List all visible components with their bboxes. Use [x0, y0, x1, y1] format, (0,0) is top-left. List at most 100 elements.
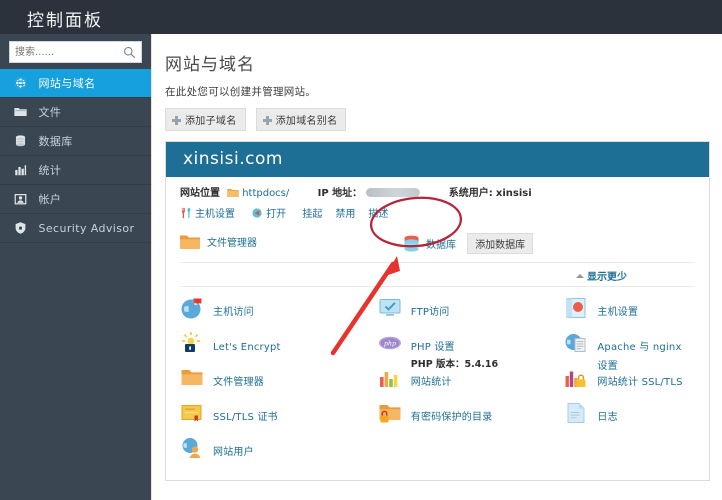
open-link[interactable]: 打开: [251, 208, 289, 220]
app-title: 控制面板: [27, 11, 103, 31]
top-bar: 控制面板: [0, 0, 722, 34]
host-access-link[interactable]: 主机访问: [213, 307, 254, 318]
tool-password-protected-dirs[interactable]: 有密码保护的目录: [378, 401, 565, 425]
ip-address-redacted: [366, 188, 421, 197]
tool-web-statistics[interactable]: 网站统计: [378, 366, 565, 390]
file-manager-link[interactable]: 文件管理器: [207, 238, 257, 249]
site-location-label: 网站位置: [180, 188, 220, 199]
add-domain-alias-button[interactable]: 添加域名别名: [255, 108, 347, 131]
domain-info-line: 网站位置 httpdocs/ IP 地址： 系统用户: xinsisi: [180, 184, 695, 199]
globe-user-icon: [182, 438, 201, 458]
sidebar-item-security-advisor[interactable]: Security Advisor: [0, 214, 151, 243]
domain-card-body: 网站位置 httpdocs/ IP 地址： 系统用户: xinsisi 主机设置…: [166, 177, 709, 480]
show-less-row: 显示更少: [180, 263, 695, 287]
tool-web-users[interactable]: 网站用户: [180, 436, 378, 460]
account-icon: [14, 194, 27, 205]
file-manager-grid-link[interactable]: 文件管理器: [213, 377, 264, 388]
show-less-toggle[interactable]: 显示更少: [576, 268, 627, 283]
add-database-button[interactable]: 添加数据库: [467, 233, 534, 254]
sidebar-item-files[interactable]: 文件: [0, 98, 151, 127]
tool-php-settings[interactable]: php PHP 设置 PHP 版本：5.4.16: [378, 331, 565, 370]
tool-label-wrap: 网站统计: [411, 366, 452, 389]
globe-flag-icon: [181, 298, 202, 319]
database-entry: 数据库 添加数据库: [402, 233, 534, 254]
site-location-link[interactable]: httpdocs/: [242, 188, 289, 199]
suspend-link[interactable]: 挂起: [302, 209, 322, 220]
tools-grid-row: 网站用户: [180, 436, 695, 471]
add-subdomain-button[interactable]: 添加子域名: [165, 108, 246, 131]
open-label: 打开: [266, 209, 287, 220]
ftp-access-link[interactable]: FTP访问: [411, 307, 450, 318]
tools-grid-row: 文件管理器 网站统计 网站统计 SSL/TLS: [180, 366, 695, 401]
folder-icon: [14, 107, 27, 117]
lets-encrypt-link[interactable]: Let's Encrypt: [213, 342, 281, 353]
tool-hosting-settings[interactable]: 主机设置: [564, 296, 695, 320]
tool-file-manager[interactable]: 文件管理器: [180, 366, 378, 390]
tools-grid: 主机访问 FTP访问 主机设置 Let's Encrypt php PHP 设置…: [180, 287, 695, 480]
logs-link[interactable]: 日志: [597, 412, 617, 423]
domain-tools-row: 文件管理器 数据库 添加数据库: [180, 229, 695, 263]
tool-label-wrap: 有密码保护的目录: [411, 401, 493, 424]
domain-card: xinsisi.com 网站位置 httpdocs/ IP 地址： 系统用户: …: [165, 141, 710, 481]
sidebar-item-databases[interactable]: 数据库: [0, 127, 151, 156]
add-subdomain-label: 添加子域名: [185, 116, 237, 127]
add-domain-alias-label: 添加域名别名: [275, 116, 338, 127]
lets-encrypt-icon: [182, 332, 200, 352]
tool-logs[interactable]: 日志: [564, 401, 695, 425]
tool-web-statistics-ssl[interactable]: 网站统计 SSL/TLS: [564, 366, 695, 390]
sidebar-item-account[interactable]: 帐户: [0, 185, 151, 214]
folder-mini-icon: [227, 188, 239, 197]
show-less-label: 显示更少: [587, 272, 627, 283]
sidebar-item-label: 统计: [38, 164, 62, 177]
hosting-settings-grid-link[interactable]: 主机设置: [597, 307, 638, 318]
stats-lock-icon: [565, 371, 586, 387]
stats-bars-icon: [379, 372, 398, 387]
tools-grid-row: Let's Encrypt php PHP 设置 PHP 版本：5.4.16 A…: [180, 331, 695, 372]
hosting-settings-link[interactable]: 主机设置: [180, 207, 238, 220]
control-panel-window: 控制面板 网站与域名 文件: [0, 0, 722, 500]
search-box[interactable]: [9, 41, 142, 63]
file-manager-entry[interactable]: 文件管理器: [180, 234, 257, 250]
password-protected-dirs-link[interactable]: 有密码保护的目录: [411, 412, 493, 423]
tool-ftp-access[interactable]: FTP访问: [378, 296, 565, 320]
ftp-monitor-icon: [379, 299, 401, 316]
sidebar-item-label: 帐户: [38, 193, 62, 206]
page-title: 网站与域名: [165, 55, 255, 75]
tool-ssl-tls-certificates[interactable]: SSL/TLS 证书: [180, 401, 378, 425]
ip-address-label: IP 地址：: [317, 188, 363, 199]
ssl-tls-certificates-link[interactable]: SSL/TLS 证书: [213, 412, 278, 423]
domain-name: xinsisi.com: [183, 149, 283, 169]
disable-link[interactable]: 禁用: [335, 209, 355, 220]
domain-card-header: xinsisi.com: [166, 142, 709, 177]
system-user-label: 系统用户:: [448, 188, 493, 199]
web-statistics-ssl-link[interactable]: 网站统计 SSL/TLS: [597, 377, 682, 388]
description-link[interactable]: 描述: [368, 209, 388, 220]
tool-label-wrap: PHP 设置 PHP 版本：5.4.16: [411, 331, 498, 370]
folder-orange-icon: [180, 235, 200, 249]
shield-icon: [15, 222, 26, 234]
tool-label-wrap: 文件管理器: [213, 366, 264, 389]
svg-text:php: php: [384, 341, 396, 348]
search-input[interactable]: [15, 42, 127, 62]
tools-icon: [181, 207, 191, 219]
tool-host-access[interactable]: 主机访问: [180, 296, 378, 320]
sidebar-item-statistics[interactable]: 统计: [0, 156, 151, 185]
sidebar-item-websites-domains[interactable]: 网站与域名: [0, 69, 151, 98]
database-link[interactable]: 数据库: [426, 240, 456, 251]
php-settings-link[interactable]: PHP 设置: [411, 342, 455, 353]
apache-nginx-icon: [565, 334, 586, 352]
globe-icon: [14, 77, 27, 89]
certificate-icon: [181, 405, 202, 422]
web-statistics-link[interactable]: 网站统计: [411, 377, 452, 388]
tools-grid-row: SSL/TLS 证书 有密码保护的目录 日志: [180, 401, 695, 436]
chevron-up-icon: [576, 274, 584, 278]
php-icon: php: [378, 336, 401, 350]
hosting-settings-label: 主机设置: [195, 209, 235, 220]
web-users-link[interactable]: 网站用户: [213, 447, 254, 458]
domain-action-links: 主机设置 打开 挂起 禁用 描述: [180, 205, 695, 220]
tool-label-wrap: 网站用户: [213, 436, 254, 459]
tool-label-wrap: FTP访问: [411, 296, 450, 319]
sidebar: 网站与域名 文件 数据库: [0, 34, 152, 500]
sidebar-nav: 网站与域名 文件 数据库 统计 帐户 Security Advisor: [0, 69, 151, 243]
tool-lets-encrypt[interactable]: Let's Encrypt: [180, 331, 378, 355]
